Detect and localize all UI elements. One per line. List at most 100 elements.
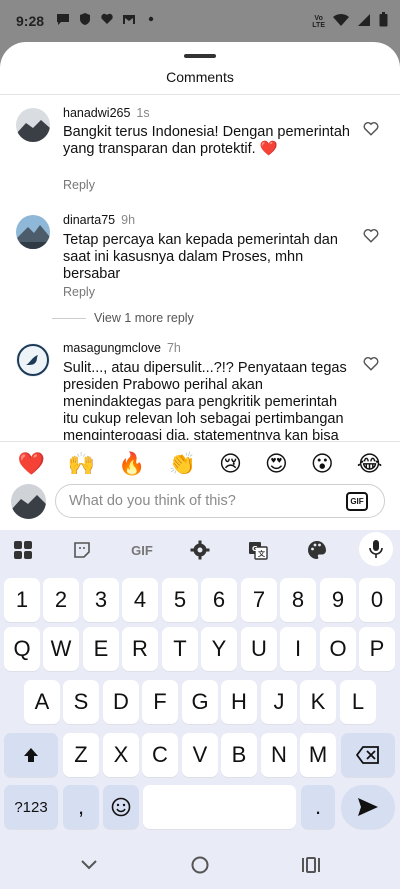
key-2[interactable]: 2 (43, 578, 79, 622)
back-chevron-down-icon[interactable] (78, 854, 100, 876)
username-text[interactable]: masagungmclove (63, 341, 161, 355)
key-n[interactable]: N (261, 733, 297, 777)
comment-time: 1s (136, 106, 150, 120)
shift-key[interactable] (4, 733, 58, 777)
comment-username[interactable]: hanadwi265 1s (63, 106, 150, 120)
key-v[interactable]: V (182, 733, 218, 777)
translate-icon[interactable]: G文 (246, 538, 270, 562)
emoji-clap[interactable]: 👏 (169, 451, 196, 477)
key-b[interactable]: B (221, 733, 257, 777)
key-u[interactable]: U (241, 627, 277, 671)
key-e[interactable]: E (83, 627, 119, 671)
comment-username[interactable]: dinarta75 9h (63, 213, 135, 227)
comment-username[interactable]: masagungmclove 7h (63, 341, 181, 355)
key-q[interactable]: Q (4, 627, 40, 671)
volte-label: Vo LTE (312, 15, 325, 29)
key-d[interactable]: D (103, 680, 139, 724)
key-4[interactable]: 4 (122, 578, 158, 622)
chat-notification-icon (56, 12, 70, 26)
key-9[interactable]: 9 (320, 578, 356, 622)
username-text[interactable]: hanadwi265 (63, 106, 130, 120)
like-heart-icon[interactable] (362, 119, 380, 137)
backspace-key[interactable] (341, 733, 395, 777)
reply-button[interactable]: Reply (63, 178, 95, 192)
apps-grid-icon[interactable] (11, 538, 35, 562)
key-c[interactable]: C (142, 733, 178, 777)
recents-icon[interactable] (300, 854, 322, 876)
emoji-heart-eyes[interactable]: 😍 (265, 451, 288, 477)
key-l[interactable]: L (340, 680, 376, 724)
emoji-key[interactable] (103, 785, 139, 829)
comment-composer: What do you think of this? GIF (0, 484, 400, 530)
key-y[interactable]: Y (201, 627, 237, 671)
notification-icons (56, 12, 158, 26)
key-7[interactable]: 7 (241, 578, 277, 622)
wifi-icon (333, 13, 349, 32)
send-key[interactable] (341, 785, 395, 829)
theme-palette-icon[interactable] (305, 538, 329, 562)
comments-sheet: Comments hanadwi265 1s Bangkit terus Indo… (0, 42, 400, 530)
key-6[interactable]: 6 (201, 578, 237, 622)
svg-text:文: 文 (258, 549, 266, 558)
like-heart-icon[interactable] (362, 354, 380, 372)
reply-button[interactable]: Reply (63, 285, 95, 299)
keyboard: GIF G文 1 2 3 4 5 6 7 8 9 0 Q W E R T Y U… (0, 530, 400, 842)
emoji-raising-hands[interactable]: 🙌 (68, 451, 95, 477)
key-j[interactable]: J (261, 680, 297, 724)
comment-time: 7h (166, 341, 181, 355)
key-i[interactable]: I (280, 627, 316, 671)
more-notifications-dot-icon (144, 12, 158, 26)
key-0[interactable]: 0 (359, 578, 395, 622)
avatar[interactable] (16, 215, 50, 249)
view-more-replies-link[interactable]: View 1 more reply (94, 311, 194, 325)
home-circle-icon[interactable] (189, 854, 211, 876)
gif-button[interactable]: GIF (346, 492, 368, 511)
settings-gear-icon[interactable] (188, 538, 212, 562)
username-text[interactable]: dinarta75 (63, 213, 115, 227)
status-bar: 9:28 Vo LTE (0, 0, 400, 46)
key-p[interactable]: P (359, 627, 395, 671)
signal-icon (357, 13, 371, 32)
comment-input-placeholder[interactable]: What do you think of this? (69, 493, 236, 509)
battery-icon (379, 12, 388, 32)
space-key[interactable] (143, 785, 296, 829)
key-o[interactable]: O (320, 627, 356, 671)
comment-text: Sulit..., atau dipersulit...?!? Penyataa… (63, 360, 347, 440)
emoji-fire[interactable]: 🔥 (118, 451, 145, 477)
key-s[interactable]: S (63, 680, 99, 724)
key-a[interactable]: A (24, 680, 60, 724)
symbols-key[interactable]: ?123 (4, 785, 58, 829)
key-h[interactable]: H (221, 680, 257, 724)
divider (0, 94, 400, 95)
key-z[interactable]: Z (63, 733, 99, 777)
gif-keyboard-button[interactable]: GIF (128, 538, 156, 562)
like-heart-icon[interactable] (362, 226, 380, 244)
key-r[interactable]: R (122, 627, 158, 671)
keyboard-toolbar: GIF G文 (0, 530, 400, 572)
emoji-laughing[interactable]: 😂 (357, 451, 383, 477)
emoji-surprised[interactable]: 😮 (311, 451, 334, 477)
key-x[interactable]: X (103, 733, 139, 777)
avatar[interactable] (16, 108, 50, 142)
key-f[interactable]: F (142, 680, 178, 724)
sticker-icon[interactable] (70, 538, 94, 562)
emoji-heart[interactable]: ❤️ (17, 451, 44, 477)
key-t[interactable]: T (162, 627, 198, 671)
key-w[interactable]: W (43, 627, 79, 671)
key-3[interactable]: 3 (83, 578, 119, 622)
shield-notification-icon (78, 12, 92, 26)
key-8[interactable]: 8 (280, 578, 316, 622)
key-m[interactable]: M (300, 733, 336, 777)
key-g[interactable]: G (182, 680, 218, 724)
key-1[interactable]: 1 (4, 578, 40, 622)
my-avatar (11, 484, 46, 519)
emoji-crying[interactable]: 😢 (219, 451, 242, 477)
period-key[interactable]: . (301, 785, 335, 829)
avatar[interactable] (16, 343, 50, 377)
comma-key[interactable]: , (63, 785, 99, 829)
sheet-drag-handle[interactable] (184, 54, 216, 58)
voice-input-mic-icon[interactable] (359, 532, 393, 566)
key-5[interactable]: 5 (162, 578, 198, 622)
comment-input[interactable]: What do you think of this? GIF (55, 484, 385, 518)
key-k[interactable]: K (300, 680, 336, 724)
